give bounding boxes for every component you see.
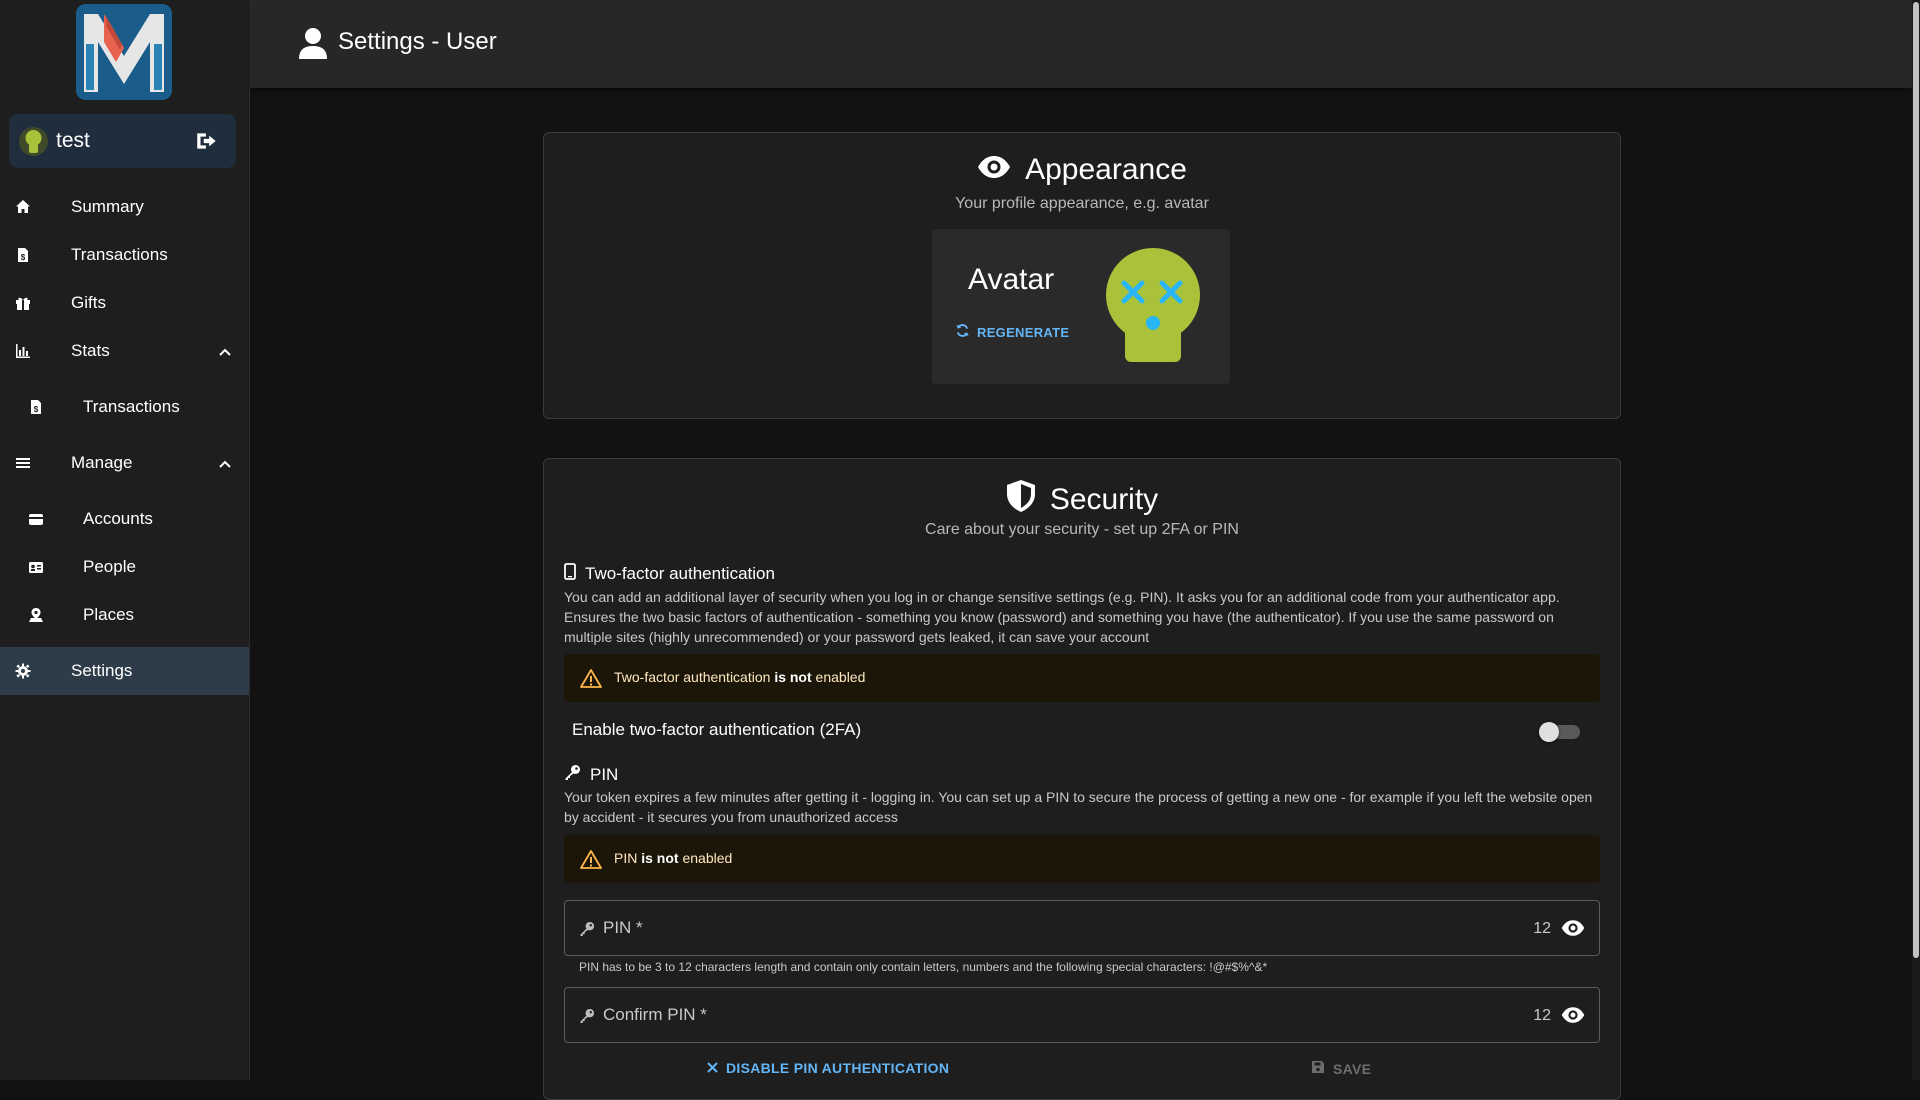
warning-icon	[580, 668, 602, 688]
twofa-toggle-label: Enable two-factor authentication (2FA)	[572, 720, 862, 739]
sidebar-item-label: Gifts	[71, 293, 106, 312]
sidebar-item-label: Accounts	[83, 509, 153, 528]
appearance-card: Appearance Your profile appearance, e.g.…	[543, 132, 1621, 419]
sidebar-item-gifts[interactable]: Gifts	[0, 279, 249, 327]
refresh-icon	[955, 323, 970, 341]
logout-icon[interactable]	[194, 128, 220, 154]
sidebar-item-places[interactable]: Places	[0, 591, 249, 639]
twofa-toggle[interactable]	[1539, 722, 1580, 742]
sidebar-item-label: Summary	[71, 197, 144, 216]
sidebar-item-label: Settings	[71, 661, 133, 680]
chevron-up-icon	[218, 456, 232, 470]
contact-card-icon	[28, 559, 44, 575]
gear-icon	[15, 663, 31, 679]
save-button[interactable]: SAVE	[1311, 1060, 1371, 1077]
key-icon	[579, 921, 595, 937]
sidebar-item-stats[interactable]: Stats	[0, 327, 249, 375]
key-icon	[579, 1008, 595, 1024]
confirm-pin-input[interactable]: Confirm PIN * 12	[564, 987, 1600, 1043]
confirm-pin-input-label: Confirm PIN *	[603, 1005, 707, 1024]
sidebar-item-label: People	[83, 557, 136, 576]
security-header: Security	[544, 479, 1620, 521]
page-title: Settings - User	[338, 28, 497, 55]
twofa-heading: Two-factor authentication	[564, 563, 775, 585]
app-logo[interactable]	[76, 4, 172, 100]
pin-hint: PIN has to be 3 to 12 characters length …	[579, 960, 1268, 974]
save-icon	[1311, 1060, 1325, 1077]
sidebar-item-summary[interactable]: Summary	[0, 183, 249, 231]
eye-icon	[977, 153, 1011, 187]
save-label: SAVE	[1333, 1060, 1372, 1077]
user-chip: test	[9, 114, 236, 168]
regenerate-button[interactable]: REGENERATE	[955, 323, 1069, 341]
pin-input-label: PIN *	[603, 918, 643, 937]
sidebar-item-label: Places	[83, 605, 135, 624]
user-avatar[interactable]	[19, 127, 48, 156]
page-scrollbar[interactable]	[1912, 0, 1920, 1080]
top-bar: Settings - User	[250, 0, 1912, 88]
pin-input[interactable]: PIN * 12	[564, 900, 1600, 956]
user-name: test	[56, 129, 90, 152]
regenerate-label: REGENERATE	[977, 324, 1070, 340]
menu-icon	[15, 455, 31, 471]
sidebar-item-accounts[interactable]: Accounts	[0, 495, 249, 543]
security-subtitle: Care about your security - set up 2FA or…	[925, 521, 1239, 538]
wallet-icon	[28, 511, 44, 527]
phone-icon	[564, 563, 576, 585]
sidebar: test Summary $ Transactions Gifts Stats …	[0, 0, 250, 1080]
avatar-image	[1104, 248, 1202, 364]
pin-heading: PIN	[564, 764, 618, 786]
pin-warning-alert: PIN is not enabled	[564, 835, 1600, 883]
sidebar-item-settings[interactable]: Settings	[0, 647, 249, 695]
sidebar-item-label: Transactions	[71, 245, 168, 264]
twofa-warning-alert: Two-factor authentication is not enabled	[564, 654, 1600, 702]
svg-text:$: $	[34, 405, 39, 414]
security-title: Security	[1049, 483, 1159, 516]
pin-alert-text: PIN is not enabled	[614, 850, 733, 866]
eye-icon[interactable]	[1561, 1006, 1585, 1024]
avatar-panel: Avatar REGENERATE	[932, 229, 1230, 384]
sidebar-item-label: Stats	[71, 341, 110, 360]
toggle-knob	[1539, 722, 1559, 742]
twofa-description: You can add an additional layer of secur…	[564, 589, 1560, 645]
receipt-icon: $	[15, 247, 31, 263]
chart-icon	[15, 343, 31, 359]
appearance-subtitle: Your profile appearance, e.g. avatar	[955, 195, 1209, 212]
sidebar-item-manage[interactable]: Manage	[0, 439, 249, 487]
svg-text:$: $	[21, 253, 26, 262]
sidebar-item-transactions[interactable]: $ Transactions	[0, 231, 249, 279]
confirm-pin-char-counter: 12	[1533, 1007, 1551, 1024]
disable-pin-button[interactable]: DISABLE PIN AUTHENTICATION	[707, 1060, 949, 1076]
home-icon	[15, 199, 31, 215]
gift-icon	[15, 295, 31, 311]
sidebar-item-stats-transactions[interactable]: $ Transactions	[0, 383, 249, 431]
chevron-up-icon	[218, 344, 232, 358]
sidebar-item-label: Transactions	[83, 397, 180, 416]
key-icon	[564, 764, 581, 786]
pin-char-counter: 12	[1533, 920, 1551, 937]
pin-description: Your token expires a few minutes after g…	[564, 789, 1593, 825]
receipt-icon: $	[28, 399, 44, 415]
user-icon	[298, 27, 328, 59]
sidebar-item-people[interactable]: People	[0, 543, 249, 591]
twofa-alert-text: Two-factor authentication is not enabled	[614, 669, 866, 685]
sidebar-item-label: Manage	[71, 453, 133, 472]
appearance-header: Appearance	[544, 153, 1620, 187]
warning-icon	[580, 849, 602, 869]
scrollbar-thumb[interactable]	[1913, 2, 1919, 958]
security-card: Security Care about your security - set …	[543, 458, 1621, 1100]
twofa-heading-label: Two-factor authentication	[585, 564, 775, 583]
avatar-label: Avatar	[968, 263, 1055, 296]
close-icon	[707, 1060, 718, 1076]
pin-heading-label: PIN	[590, 765, 619, 784]
disable-pin-label: DISABLE PIN AUTHENTICATION	[726, 1060, 950, 1076]
shield-icon	[1006, 479, 1036, 521]
appearance-title: Appearance	[1025, 153, 1187, 186]
map-marker-icon	[28, 607, 44, 623]
eye-icon[interactable]	[1561, 919, 1585, 937]
